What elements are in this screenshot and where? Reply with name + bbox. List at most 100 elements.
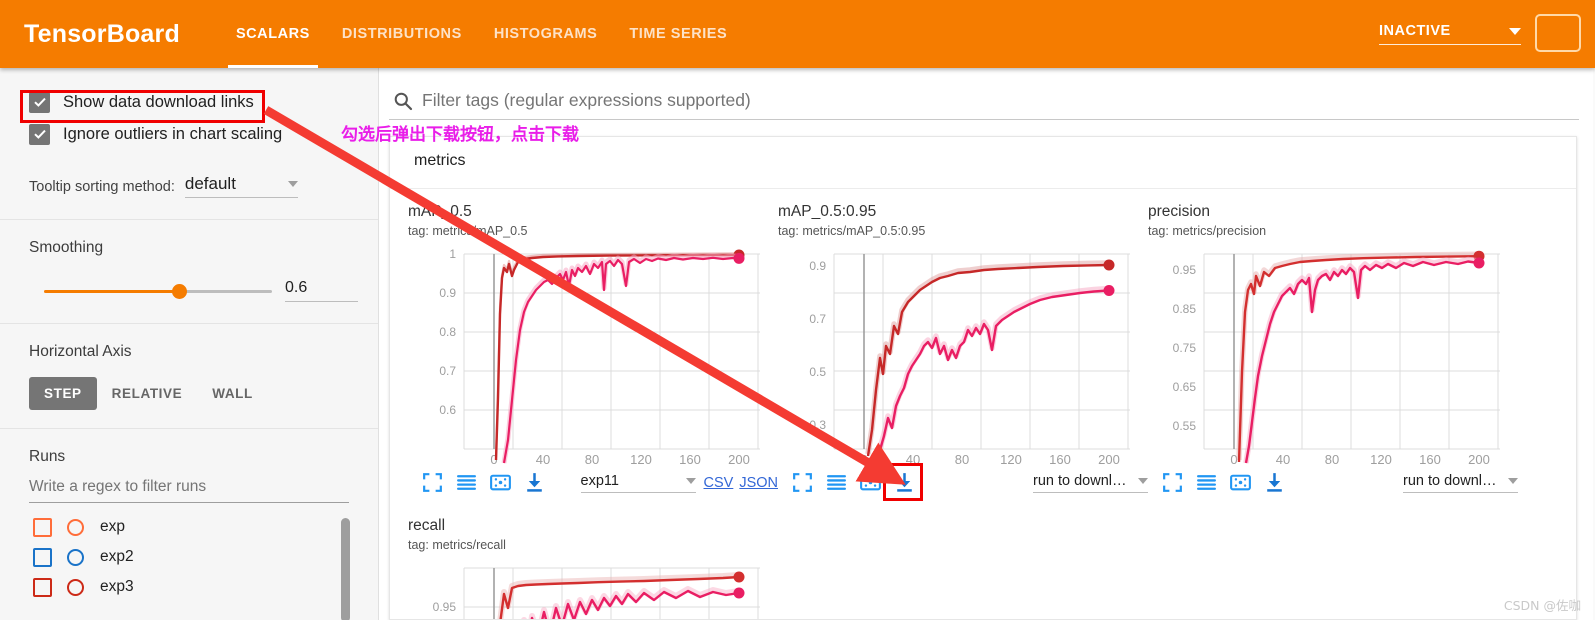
tag-filter-search[interactable]: Filter tags (regular expressions support… [389, 82, 1579, 120]
chart-tag: tag: metrics/mAP_0.5:0.95 [778, 224, 926, 238]
app-brand: TensorBoard [24, 19, 180, 48]
plot-area-map05[interactable]: 1 0.9 0.8 0.7 0.6 0 40 80 120 160 200 [408, 248, 778, 466]
tooltip-sorting-value: default [184, 174, 236, 193]
runs-list: exp exp2 exp3 [0, 512, 378, 620]
plot-area-map05095[interactable]: 0.9 0.7 0.5 0.3 0 40 80 120 160 200 [778, 248, 1148, 466]
reset-zoom-icon[interactable] [488, 470, 513, 495]
list-item[interactable]: exp [0, 512, 378, 542]
divider [285, 301, 358, 302]
main-content: Filter tags (regular expressions support… [379, 68, 1595, 620]
download-icon[interactable] [883, 463, 923, 501]
run-color-swatch-icon [67, 518, 84, 536]
runs-list-scrollbar[interactable] [341, 518, 350, 620]
divider [29, 502, 349, 503]
show-download-links-label: Show data download links [63, 92, 254, 111]
svg-text:200: 200 [1098, 452, 1120, 466]
fullscreen-icon[interactable] [790, 470, 815, 495]
run-download-selector[interactable]: run to downl… [1033, 473, 1148, 493]
run-download-placeholder: run to downl… [1033, 472, 1127, 489]
svg-text:80: 80 [585, 452, 599, 466]
run-download-selector[interactable]: exp11 [580, 472, 696, 493]
checkbox-checked-icon[interactable] [29, 91, 50, 113]
chevron-down-icon [685, 477, 696, 484]
slider-track-filled [44, 289, 180, 293]
runs-label: Runs [29, 448, 66, 465]
axis-option-wall[interactable]: WALL [197, 377, 268, 410]
run-checkbox[interactable] [33, 547, 52, 567]
svg-text:0.7: 0.7 [439, 364, 456, 378]
tab-distributions[interactable]: DISTRIBUTIONS [326, 0, 478, 68]
list-item[interactable]: exp3 [0, 572, 378, 602]
tab-scalars-label: SCALARS [235, 26, 310, 42]
fullscreen-icon[interactable] [1160, 470, 1185, 495]
chart-card-recall: recall tag: metrics/recall 0.95 [408, 517, 778, 619]
fullscreen-icon[interactable] [420, 470, 445, 495]
svg-text:120: 120 [630, 452, 652, 466]
run-color-swatch-icon [67, 548, 84, 566]
tab-histograms[interactable]: HISTOGRAMS [478, 0, 614, 68]
csv-download-link[interactable]: CSV [704, 475, 734, 491]
svg-text:200: 200 [1468, 452, 1490, 466]
main-nav-tabs: SCALARS DISTRIBUTIONS HISTOGRAMS TIME SE… [220, 0, 743, 68]
svg-text:200: 200 [728, 452, 750, 466]
smoothing-value: 0.6 [285, 279, 308, 296]
smoothing-slider[interactable] [44, 283, 272, 299]
chart-toolbar-map05095: run to downl… [778, 463, 1148, 501]
ignore-outliers-row[interactable]: Ignore outliers in chart scaling [0, 118, 378, 150]
json-download-link[interactable]: JSON [739, 475, 778, 491]
download-icon[interactable] [1262, 470, 1287, 495]
chart-title: mAP_0.5:0.95 [778, 203, 877, 220]
tooltip-sorting-row: Tooltip sorting method: default [0, 174, 378, 198]
run-download-selector[interactable]: run to downl… [1403, 473, 1518, 493]
plot-area-recall[interactable]: 0.95 [408, 562, 778, 619]
run-checkbox[interactable] [33, 517, 52, 537]
run-checkbox[interactable] [33, 577, 52, 597]
inactive-runs-dropdown[interactable]: INACTIVE [1379, 23, 1521, 45]
runs-filter-input[interactable]: Write a regex to filter runs [29, 478, 349, 503]
plot-area-precision[interactable]: 0.95 0.85 0.75 0.65 0.55 0 40 80 120 160 200 [1148, 248, 1518, 466]
list-item[interactable]: exp2 [0, 542, 378, 572]
axis-option-step[interactable]: STEP [29, 377, 97, 410]
settings-corner-button[interactable] [1535, 14, 1581, 52]
download-icon[interactable] [522, 470, 547, 495]
slider-thumb[interactable] [172, 283, 187, 299]
annotation-note: 勾选后弹出下载按钮，点击下载 [341, 125, 579, 145]
toggle-y-axis-icon[interactable] [454, 470, 479, 495]
download-links: CSV JSON [704, 475, 779, 491]
ignore-outliers-label: Ignore outliers in chart scaling [63, 124, 283, 143]
svg-text:0.95: 0.95 [1173, 263, 1197, 277]
chart-tag: tag: metrics/precision [1148, 224, 1267, 238]
svg-text:0.65: 0.65 [1173, 380, 1197, 394]
run-download-placeholder: run to downl… [1403, 472, 1497, 489]
svg-text:0.7: 0.7 [809, 312, 826, 326]
search-input-placeholder: Filter tags (regular expressions support… [422, 90, 751, 110]
left-sidebar: Show data download links Ignore outliers… [0, 68, 379, 620]
svg-text:40: 40 [1276, 452, 1290, 466]
divider [184, 197, 298, 198]
toggle-y-axis-icon[interactable] [824, 470, 849, 495]
reset-zoom-icon[interactable] [1228, 470, 1253, 495]
svg-text:120: 120 [1370, 452, 1392, 466]
show-download-links-row[interactable]: Show data download links [0, 86, 378, 118]
tooltip-sorting-dropdown[interactable]: default [184, 174, 298, 198]
svg-text:40: 40 [536, 452, 550, 466]
reset-zoom-icon[interactable] [858, 470, 883, 495]
run-download-value: exp11 [580, 472, 619, 489]
chart-tag: tag: metrics/recall [408, 538, 506, 552]
chart-toolbar-precision: run to downl… [1148, 470, 1518, 495]
divider [580, 491, 696, 493]
svg-text:120: 120 [1000, 452, 1022, 466]
chart-toolbar-map05: exp11 CSV JSON [408, 470, 778, 495]
smoothing-input[interactable]: 0.6 [285, 279, 358, 302]
tab-scalars[interactable]: SCALARS [220, 0, 326, 68]
divider [0, 428, 378, 429]
checkbox-checked-icon[interactable] [29, 123, 50, 145]
svg-text:80: 80 [955, 452, 969, 466]
tab-time-series[interactable]: TIME SERIES [613, 0, 743, 68]
svg-text:1: 1 [449, 248, 456, 261]
run-color-swatch-icon [67, 578, 84, 596]
axis-option-relative[interactable]: RELATIVE [97, 377, 198, 410]
toggle-y-axis-icon[interactable] [1194, 470, 1219, 495]
svg-text:160: 160 [1419, 452, 1441, 466]
smoothing-label: Smoothing [29, 239, 104, 256]
